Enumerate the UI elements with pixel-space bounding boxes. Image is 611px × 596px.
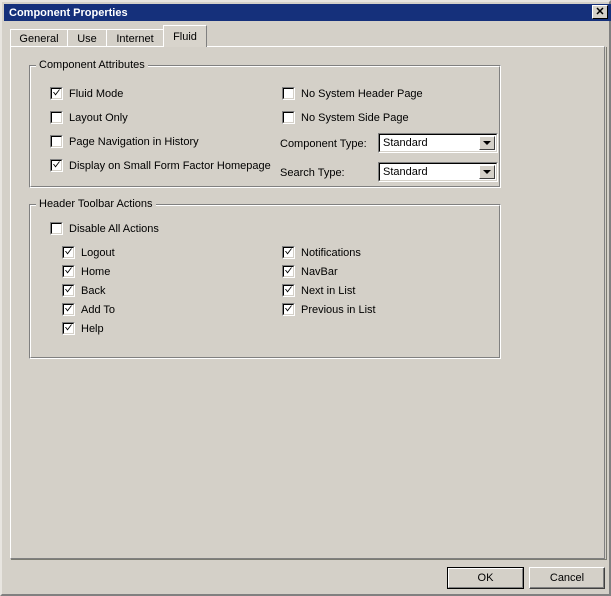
- checkbox-label: Page Navigation in History: [69, 135, 199, 148]
- check-icon: [285, 305, 292, 312]
- checkbox-label: No System Header Page: [301, 87, 423, 100]
- tab-label: Internet: [116, 32, 154, 45]
- checkbox-layout-only[interactable]: Layout Only: [50, 111, 128, 124]
- checkbox-label: NavBar: [301, 265, 338, 278]
- checkbox-label: Home: [81, 265, 111, 278]
- check-icon: [285, 267, 292, 274]
- checkbox-label: Add To: [81, 303, 116, 316]
- checkbox-label: Help: [81, 322, 104, 335]
- checkbox-label: Previous in List: [301, 303, 376, 316]
- checkbox-label: Logout: [81, 246, 115, 259]
- check-icon: [65, 305, 72, 312]
- close-icon[interactable]: ✕: [592, 5, 608, 19]
- checkbox-box: [282, 265, 295, 278]
- checkbox-back[interactable]: Back: [62, 284, 105, 297]
- checkbox-logout[interactable]: Logout: [62, 246, 115, 259]
- checkbox-label: Next in List: [301, 284, 356, 297]
- ok-button-label: OK: [477, 572, 494, 584]
- chevron-down-icon[interactable]: [479, 136, 495, 150]
- checkbox-box: [62, 246, 75, 259]
- checkbox-label: Fluid Mode: [69, 87, 124, 100]
- checkbox-label: Layout Only: [69, 111, 128, 124]
- checkbox-box: [50, 111, 63, 124]
- dropdown-search-type[interactable]: Standard: [378, 162, 498, 182]
- cancel-button-label: Cancel: [549, 572, 585, 584]
- checkbox-box: [62, 322, 75, 335]
- label-component-type: Component Type:: [280, 138, 367, 150]
- group-title-component-attributes: Component Attributes: [36, 59, 148, 71]
- check-icon: [285, 286, 292, 293]
- check-icon: [65, 248, 72, 255]
- group-header-toolbar-actions: Header Toolbar Actions Disable All Actio…: [29, 198, 501, 359]
- tab-panel: Component Attributes Fluid Mode Layout O…: [10, 46, 605, 559]
- check-icon: [53, 89, 60, 96]
- tab-use[interactable]: Use: [67, 29, 107, 47]
- group-component-attributes: Component Attributes Fluid Mode Layout O…: [29, 59, 501, 188]
- tab-fluid[interactable]: Fluid: [163, 25, 207, 47]
- tab-strip: General Use Internet Fluid: [10, 25, 605, 47]
- tab-label: Fluid: [173, 30, 197, 43]
- checkbox-notifications[interactable]: Notifications: [282, 246, 361, 259]
- checkbox-box: [50, 222, 63, 235]
- tab-internet[interactable]: Internet: [106, 29, 164, 47]
- checkbox-box: [50, 135, 63, 148]
- triangle-glyph: [483, 141, 491, 145]
- checkbox-navbar[interactable]: NavBar: [282, 265, 338, 278]
- label-search-type: Search Type:: [280, 167, 345, 179]
- checkbox-disable-all-actions[interactable]: Disable All Actions: [50, 222, 159, 235]
- dialog-window: Component Properties ✕ General Use Interne…: [0, 0, 611, 596]
- checkbox-box: [282, 111, 295, 124]
- checkbox-help[interactable]: Help: [62, 322, 104, 335]
- checkbox-label: Display on Small Form Factor Homepage: [69, 159, 271, 172]
- checkbox-label: Notifications: [301, 246, 361, 259]
- checkbox-box: [282, 246, 295, 259]
- tab-label: Use: [77, 32, 97, 45]
- checkbox-box: [282, 87, 295, 100]
- checkbox-home[interactable]: Home: [62, 265, 110, 278]
- cancel-button[interactable]: Cancel: [529, 567, 605, 589]
- checkbox-label: Back: [81, 284, 106, 297]
- triangle-glyph: [483, 170, 491, 174]
- title-bar: Component Properties ✕: [4, 4, 611, 21]
- checkbox-display-on-small-form-factor-homepage[interactable]: Display on Small Form Factor Homepage: [50, 159, 271, 172]
- check-icon: [65, 324, 72, 331]
- checkbox-fluid-mode[interactable]: Fluid Mode: [50, 87, 123, 100]
- checkbox-add-to[interactable]: Add To: [62, 303, 115, 316]
- ok-button[interactable]: OK: [447, 567, 524, 589]
- chevron-down-icon[interactable]: [479, 165, 495, 179]
- checkbox-previous-in-list[interactable]: Previous in List: [282, 303, 376, 316]
- checkbox-box: [50, 159, 63, 172]
- panel-shadow-right: [606, 47, 607, 560]
- check-icon: [65, 286, 72, 293]
- checkbox-box: [62, 265, 75, 278]
- check-icon: [65, 267, 72, 274]
- dropdown-component-type[interactable]: Standard: [378, 133, 498, 153]
- window-title: Component Properties: [9, 6, 128, 19]
- checkbox-no-system-header-page[interactable]: No System Header Page: [282, 87, 423, 100]
- tab-general[interactable]: General: [10, 29, 68, 47]
- check-icon: [53, 161, 60, 168]
- checkbox-label: Disable All Actions: [69, 222, 159, 235]
- checkbox-next-in-list[interactable]: Next in List: [282, 284, 355, 297]
- group-title-header-toolbar-actions: Header Toolbar Actions: [36, 198, 156, 210]
- tab-label: General: [19, 32, 59, 45]
- checkbox-page-navigation-in-history[interactable]: Page Navigation in History: [50, 135, 199, 148]
- checkbox-box: [282, 284, 295, 297]
- dropdown-value: Standard: [383, 137, 428, 149]
- checkbox-box: [62, 303, 75, 316]
- checkbox-label: No System Side Page: [301, 111, 409, 124]
- panel-shadow: [11, 559, 606, 560]
- checkbox-box: [50, 87, 63, 100]
- dropdown-value: Standard: [383, 166, 428, 178]
- checkbox-box: [62, 284, 75, 297]
- checkbox-box: [282, 303, 295, 316]
- check-icon: [285, 248, 292, 255]
- close-glyph: ✕: [595, 5, 605, 18]
- checkbox-no-system-side-page[interactable]: No System Side Page: [282, 111, 409, 124]
